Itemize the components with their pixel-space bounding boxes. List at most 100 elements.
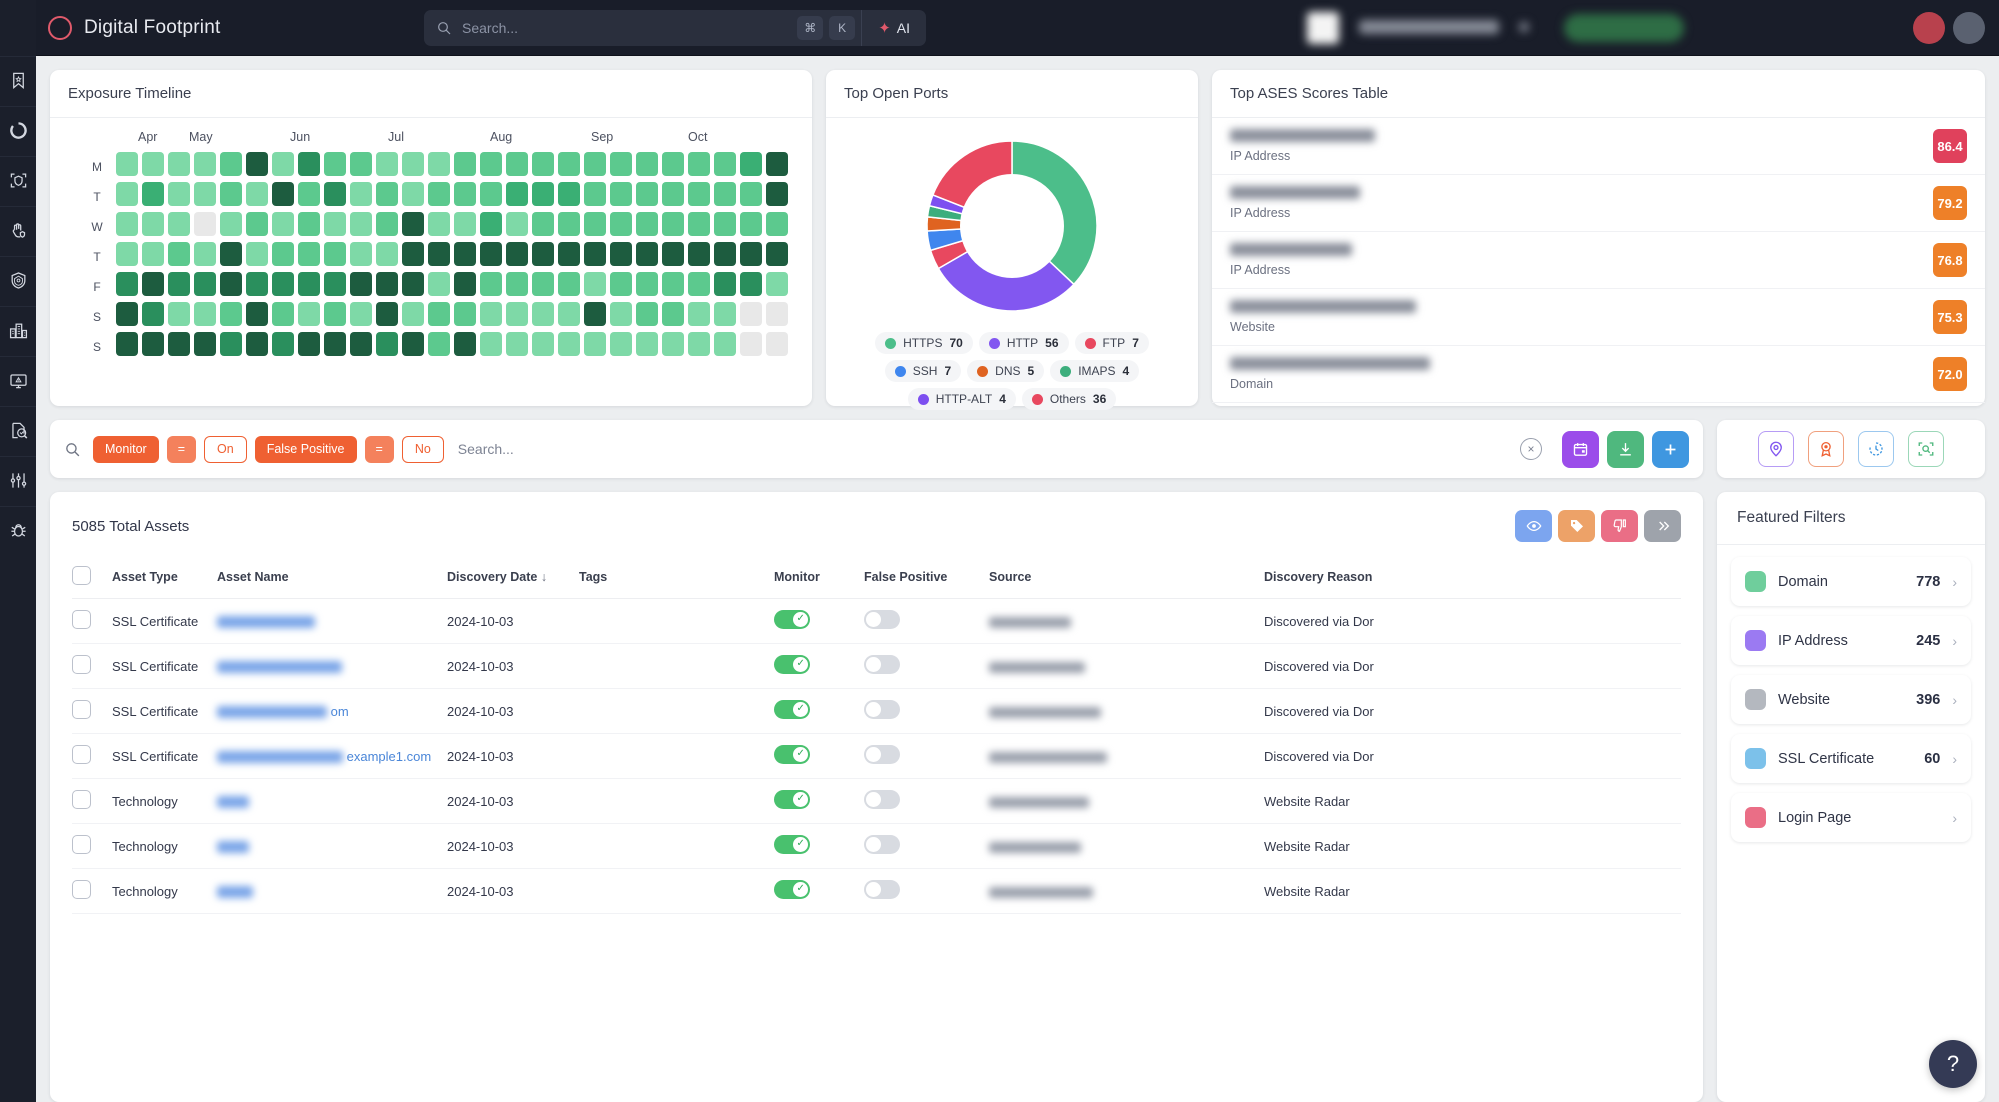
heatmap-cell[interactable] [480,152,502,176]
heatmap-cell[interactable] [714,302,736,326]
heatmap-cell[interactable] [350,212,372,236]
heatmap-cell[interactable] [298,332,320,356]
heatmap-cell[interactable] [402,302,424,326]
calendar-button[interactable] [1562,431,1599,468]
heatmap-cell[interactable] [584,182,606,206]
heatmap-cell[interactable] [272,152,294,176]
heatmap-cell[interactable] [246,212,268,236]
table-row[interactable]: SSL Certificate om2024-10-03Discovered v… [72,689,1681,734]
heatmap-cell[interactable] [116,332,138,356]
heatmap-cell[interactable] [766,302,788,326]
monitor-toggle[interactable] [774,880,810,899]
filter-search-input[interactable] [458,441,1512,457]
heatmap-cell[interactable] [116,302,138,326]
filter-chip-on[interactable]: On [204,436,247,463]
ases-row[interactable]: IP Address 76.8 [1212,232,1985,289]
false-positive-toggle[interactable] [864,655,900,674]
heatmap-cell[interactable] [636,302,658,326]
ases-row[interactable]: IP Address 79.2 [1212,175,1985,232]
cell-asset-name[interactable] [217,869,447,914]
heatmap-cell[interactable] [558,182,580,206]
heatmap-cell[interactable] [220,242,242,266]
heatmap-cell[interactable] [454,302,476,326]
heatmap-cell[interactable] [116,182,138,206]
heatmap-cell[interactable] [324,212,346,236]
heatmap-cell[interactable] [532,332,554,356]
heatmap-cell[interactable] [636,272,658,296]
heatmap-cell[interactable] [402,242,424,266]
sidebar-item-threats[interactable] [0,506,36,556]
sidebar-item-settings[interactable] [0,456,36,506]
watch-button[interactable] [1515,510,1552,542]
row-checkbox[interactable] [72,790,91,809]
heatmap-cell[interactable] [532,302,554,326]
heatmap-cell[interactable] [558,212,580,236]
heatmap-cell[interactable] [766,242,788,266]
heatmap-cell[interactable] [454,242,476,266]
heatmap-cell[interactable] [584,272,606,296]
clear-filters-button[interactable]: × [1520,438,1542,460]
heatmap-cell[interactable] [714,152,736,176]
heatmap-cell[interactable] [610,242,632,266]
heatmap-cell[interactable] [610,182,632,206]
heatmap-cell[interactable] [636,332,658,356]
heatmap-cell[interactable] [584,332,606,356]
heatmap-cell[interactable] [558,332,580,356]
monitor-toggle[interactable] [774,790,810,809]
heatmap-cell[interactable] [142,152,164,176]
heatmap-cell[interactable] [740,242,762,266]
heatmap-cell[interactable] [428,182,450,206]
heatmap-cell[interactable] [168,212,190,236]
search-input[interactable] [462,20,797,36]
heatmap-cell[interactable] [376,272,398,296]
cell-asset-name[interactable] [217,779,447,824]
legend-item-ssh[interactable]: SSH7 [885,360,961,382]
scan-search-button[interactable] [1908,431,1944,467]
row-checkbox[interactable] [72,835,91,854]
heatmap-cell[interactable] [558,272,580,296]
heatmap-cell[interactable] [376,212,398,236]
table-row[interactable]: Technology2024-10-03Website Radar [72,824,1681,869]
heatmap-cell[interactable] [298,182,320,206]
table-row[interactable]: Technology2024-10-03Website Radar [72,779,1681,824]
heatmap-cell[interactable] [246,332,268,356]
heatmap-cell[interactable] [272,302,294,326]
heatmap-cell[interactable] [610,332,632,356]
heatmap-cell[interactable] [350,182,372,206]
heatmap-cell[interactable] [480,212,502,236]
sidebar-item-organization[interactable] [0,306,36,356]
heatmap-cell[interactable] [740,302,762,326]
col-tags[interactable]: Tags [579,556,774,599]
heatmap-cell[interactable] [168,242,190,266]
heatmap-cell[interactable] [454,152,476,176]
heatmap-cell[interactable] [610,152,632,176]
sidebar-item-overview[interactable] [0,106,36,156]
heatmap-cell[interactable] [324,152,346,176]
heatmap-cell[interactable] [584,152,606,176]
more-button[interactable] [1644,510,1681,542]
select-all-checkbox[interactable] [72,566,91,585]
heatmap-cell[interactable] [402,332,424,356]
heatmap-cell[interactable] [324,302,346,326]
heatmap-cell[interactable] [168,182,190,206]
heatmap-cell[interactable] [428,152,450,176]
heatmap-cell[interactable] [142,242,164,266]
sidebar-item-bookmarks[interactable] [0,56,36,106]
col-discovery-date[interactable]: Discovery Date ↓ [447,556,579,599]
heatmap-cell[interactable] [324,182,346,206]
heatmap-cell[interactable] [532,182,554,206]
false-positive-toggle[interactable] [864,700,900,719]
tag-button[interactable] [1558,510,1595,542]
row-checkbox[interactable] [72,745,91,764]
heatmap-cell[interactable] [636,182,658,206]
heatmap-cell[interactable] [116,272,138,296]
heatmap-cell[interactable] [662,242,684,266]
cell-asset-name[interactable] [217,599,447,644]
heatmap-cell[interactable] [194,332,216,356]
heatmap-cell[interactable] [714,272,736,296]
heatmap-cell[interactable] [350,152,372,176]
heatmap-cell[interactable] [246,242,268,266]
heatmap-cell[interactable] [194,302,216,326]
sidebar-item-attack-surface[interactable] [0,156,36,206]
heatmap-cell[interactable] [324,242,346,266]
